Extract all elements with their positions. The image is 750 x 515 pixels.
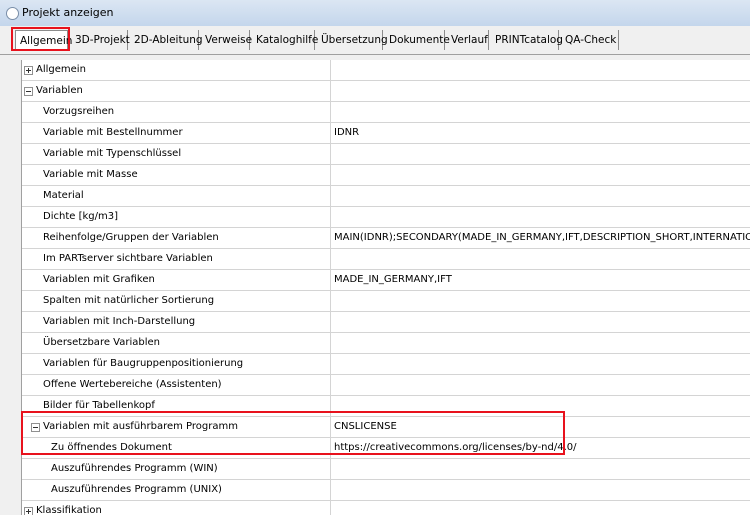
property-label: Offene Wertebereiche (Assistenten) (43, 379, 222, 390)
tab-2d-ableitung[interactable]: 2D-Ableitung (130, 30, 203, 50)
tab-kataloghilfe[interactable]: Kataloghilfe (252, 30, 318, 50)
property-row[interactable]: Dichte [kg/m3] (22, 207, 750, 228)
tab-printcatalog[interactable]: PRINTcatalog (491, 30, 563, 50)
property-row-allgemein[interactable]: Allgemein (22, 60, 750, 81)
property-row-klassifikation[interactable]: Klassifikation (22, 501, 750, 515)
property-value[interactable] (331, 480, 750, 500)
property-label: Variablen für Baugruppenpositionierung (43, 358, 244, 369)
property-label: Material (43, 190, 84, 201)
property-row[interactable]: Variablen mit Grafiken MADE_IN_GERMANY,I… (22, 270, 750, 291)
property-row[interactable]: Auszuführendes Programm (UNIX) (22, 480, 750, 501)
property-value[interactable] (331, 312, 750, 332)
property-value[interactable]: MAIN(IDNR);SECONDARY(MADE_IN_GERMANY,IFT… (331, 228, 750, 248)
property-label: Variablen (36, 85, 83, 96)
property-label: Dichte [kg/m3] (43, 211, 118, 222)
property-row-ausfuehrbares-programm[interactable]: Variablen mit ausführbarem Programm CNSL… (22, 417, 750, 438)
property-value[interactable] (331, 60, 750, 80)
property-row[interactable]: Bilder für Tabellenkopf (22, 396, 750, 417)
property-row[interactable]: Auszuführendes Programm (WIN) (22, 459, 750, 480)
property-row[interactable]: Vorzugsreihen (22, 102, 750, 123)
property-value[interactable] (331, 396, 750, 416)
tab-allgemein[interactable]: Allgemein (15, 30, 72, 50)
property-label: Variablen mit ausführbarem Programm (43, 421, 238, 432)
property-value[interactable] (331, 291, 750, 311)
property-label: Variable mit Masse (43, 169, 138, 180)
property-value[interactable]: https://creativecommons.org/licenses/by-… (331, 438, 750, 458)
property-value[interactable] (331, 501, 750, 515)
app-icon (6, 7, 19, 20)
property-row-variablen[interactable]: Variablen (22, 81, 750, 102)
tab-qa-check[interactable]: QA-Check (561, 30, 619, 50)
property-value[interactable] (331, 354, 750, 374)
property-label: Bilder für Tabellenkopf (43, 400, 155, 411)
property-label: Vorzugsreihen (43, 106, 115, 117)
property-value[interactable] (331, 186, 750, 206)
property-label: Auszuführendes Programm (WIN) (51, 463, 218, 474)
property-row[interactable]: Variablen mit Inch-Darstellung (22, 312, 750, 333)
expand-plus-icon[interactable] (24, 507, 33, 515)
tab-bar: Allgemein 3D-Projekt 2D-Ableitung Verwei… (0, 26, 750, 55)
property-label: Auszuführendes Programm (UNIX) (51, 484, 222, 495)
tab-dokumente[interactable]: Dokumente (385, 30, 450, 50)
property-label: Variablen mit Grafiken (43, 274, 155, 285)
property-label: Allgemein (36, 64, 86, 75)
tab-verlauf[interactable]: Verlauf (447, 30, 489, 50)
property-label: Klassifikation (36, 505, 102, 515)
property-value[interactable] (331, 144, 750, 164)
property-label: Zu öffnendes Dokument (51, 442, 172, 453)
property-row[interactable]: Übersetzbare Variablen (22, 333, 750, 354)
title-bar: Projekt anzeigen (0, 0, 750, 27)
property-grid: Allgemein Variablen Vorzugsreihen Variab… (21, 60, 750, 515)
property-value[interactable]: MADE_IN_GERMANY,IFT (331, 270, 750, 290)
property-row[interactable]: Variable mit Typenschlüssel (22, 144, 750, 165)
property-row[interactable]: Reihenfolge/Gruppen der Variablen MAIN(I… (22, 228, 750, 249)
property-row[interactable]: Im PARTserver sichtbare Variablen (22, 249, 750, 270)
collapse-minus-icon[interactable] (31, 423, 40, 432)
property-value[interactable] (331, 459, 750, 479)
property-value[interactable] (331, 333, 750, 353)
property-value[interactable] (331, 249, 750, 269)
property-value[interactable] (331, 165, 750, 185)
property-panel: Allgemein Variablen Vorzugsreihen Variab… (0, 55, 750, 515)
property-value[interactable] (331, 207, 750, 227)
collapse-minus-icon[interactable] (24, 87, 33, 96)
property-label: Variablen mit Inch-Darstellung (43, 316, 196, 327)
property-label: Reihenfolge/Gruppen der Variablen (43, 232, 219, 243)
property-label: Im PARTserver sichtbare Variablen (43, 253, 213, 264)
property-value[interactable] (331, 102, 750, 122)
property-row[interactable]: Material (22, 186, 750, 207)
property-label: Variable mit Bestellnummer (43, 127, 183, 138)
property-row[interactable]: Variable mit Bestellnummer IDNR (22, 123, 750, 144)
tab-verweise[interactable]: Verweise (201, 30, 252, 50)
property-row[interactable]: Zu öffnendes Dokument https://creativeco… (22, 438, 750, 459)
property-value[interactable] (331, 81, 750, 101)
property-row[interactable]: Spalten mit natürlicher Sortierung (22, 291, 750, 312)
property-label: Übersetzbare Variablen (43, 337, 160, 348)
property-value[interactable] (331, 375, 750, 395)
tab-uebersetzung[interactable]: Übersetzung (317, 30, 388, 50)
property-row[interactable]: Variable mit Masse (22, 165, 750, 186)
window-title: Projekt anzeigen (22, 6, 114, 19)
property-label: Variable mit Typenschlüssel (43, 148, 182, 159)
property-label: Spalten mit natürlicher Sortierung (43, 295, 215, 306)
tab-3d-projekt[interactable]: 3D-Projekt (71, 30, 130, 50)
property-value[interactable]: CNSLICENSE (331, 417, 750, 437)
property-value[interactable]: IDNR (331, 123, 750, 143)
property-row[interactable]: Variablen für Baugruppenpositionierung (22, 354, 750, 375)
expand-plus-icon[interactable] (24, 66, 33, 75)
property-row[interactable]: Offene Wertebereiche (Assistenten) (22, 375, 750, 396)
